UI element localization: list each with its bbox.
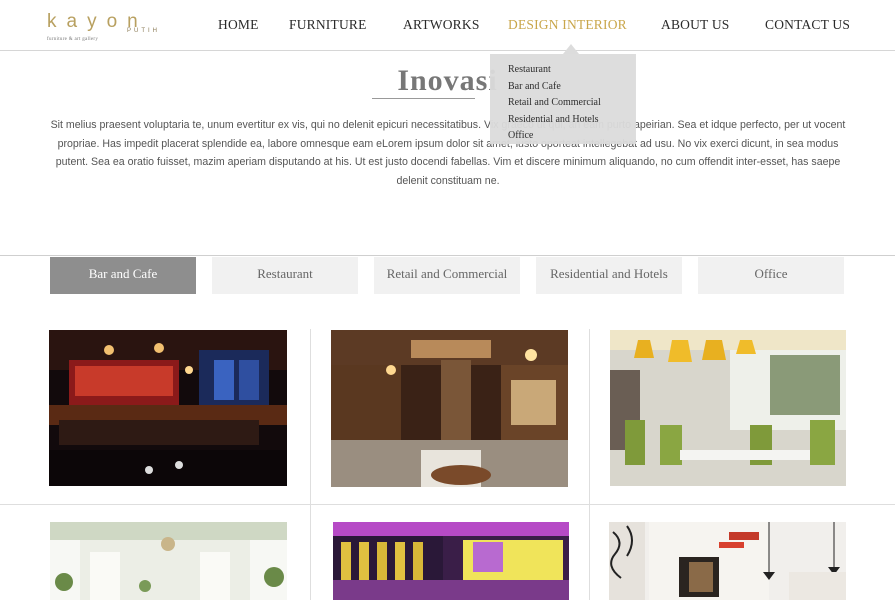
dropdown-item-bar-and-cafe[interactable]: Bar and Cafe: [508, 79, 636, 96]
tab-residential-and-hotels[interactable]: Residential and Hotels: [536, 257, 682, 294]
tabs-divider: [0, 255, 895, 256]
pub-interior-image: [331, 330, 568, 487]
design-interior-dropdown: Restaurant Bar and Cafe Retail and Comme…: [490, 54, 636, 144]
tab-bar-and-cafe[interactable]: Bar and Cafe: [50, 257, 196, 294]
nav-home[interactable]: HOME: [218, 17, 259, 33]
white-cafe-image: [609, 522, 846, 600]
white-hall-image: [50, 522, 287, 600]
logo-tagline: furniture & art gallery: [47, 37, 99, 42]
page-title: Inovasi: [397, 64, 498, 97]
purple-lounge-image: [333, 522, 569, 600]
nav-design-interior[interactable]: DESIGN INTERIOR: [508, 17, 627, 33]
garden-dining-image: [610, 330, 846, 486]
logo[interactable]: kayon PUTIH furniture & art gallery: [47, 12, 177, 46]
gallery-image-white-cafe[interactable]: [609, 522, 846, 600]
dropdown-caret: [563, 44, 579, 54]
title-underline: [372, 98, 475, 99]
logo-sub: PUTIH: [127, 28, 160, 34]
dropdown-item-restaurant[interactable]: Restaurant: [508, 62, 636, 79]
tab-restaurant[interactable]: Restaurant: [212, 257, 358, 294]
tab-retail-and-commercial[interactable]: Retail and Commercial: [374, 257, 520, 294]
site-header: kayon PUTIH furniture & art gallery HOME…: [0, 0, 895, 51]
dropdown-item-office[interactable]: Office: [508, 128, 636, 145]
nav-contact-us[interactable]: CONTACT US: [765, 17, 850, 33]
nav-artworks[interactable]: ARTWORKS: [403, 17, 480, 33]
gallery-divider: [0, 504, 895, 505]
dropdown-item-retail-commercial[interactable]: Retail and Commercial: [508, 95, 636, 112]
nav-furniture[interactable]: FURNITURE: [289, 17, 367, 33]
nav-about-us[interactable]: ABOUT US: [661, 17, 730, 33]
gallery-image-white-hall[interactable]: [50, 522, 287, 600]
gallery-image-pub[interactable]: [331, 330, 568, 487]
gallery-divider: [589, 329, 590, 600]
gallery-image-purple-lounge[interactable]: [333, 522, 569, 600]
gallery-image-garden-dining[interactable]: [610, 330, 846, 486]
tab-office[interactable]: Office: [698, 257, 844, 294]
dropdown-item-residential-hotels[interactable]: Residential and Hotels: [508, 112, 636, 129]
gallery-divider: [310, 329, 311, 600]
bar-interior-image: [49, 330, 287, 486]
gallery-image-bar[interactable]: [49, 330, 287, 486]
intro-paragraph: Sit melius praesent voluptaria te, unum …: [50, 119, 846, 187]
